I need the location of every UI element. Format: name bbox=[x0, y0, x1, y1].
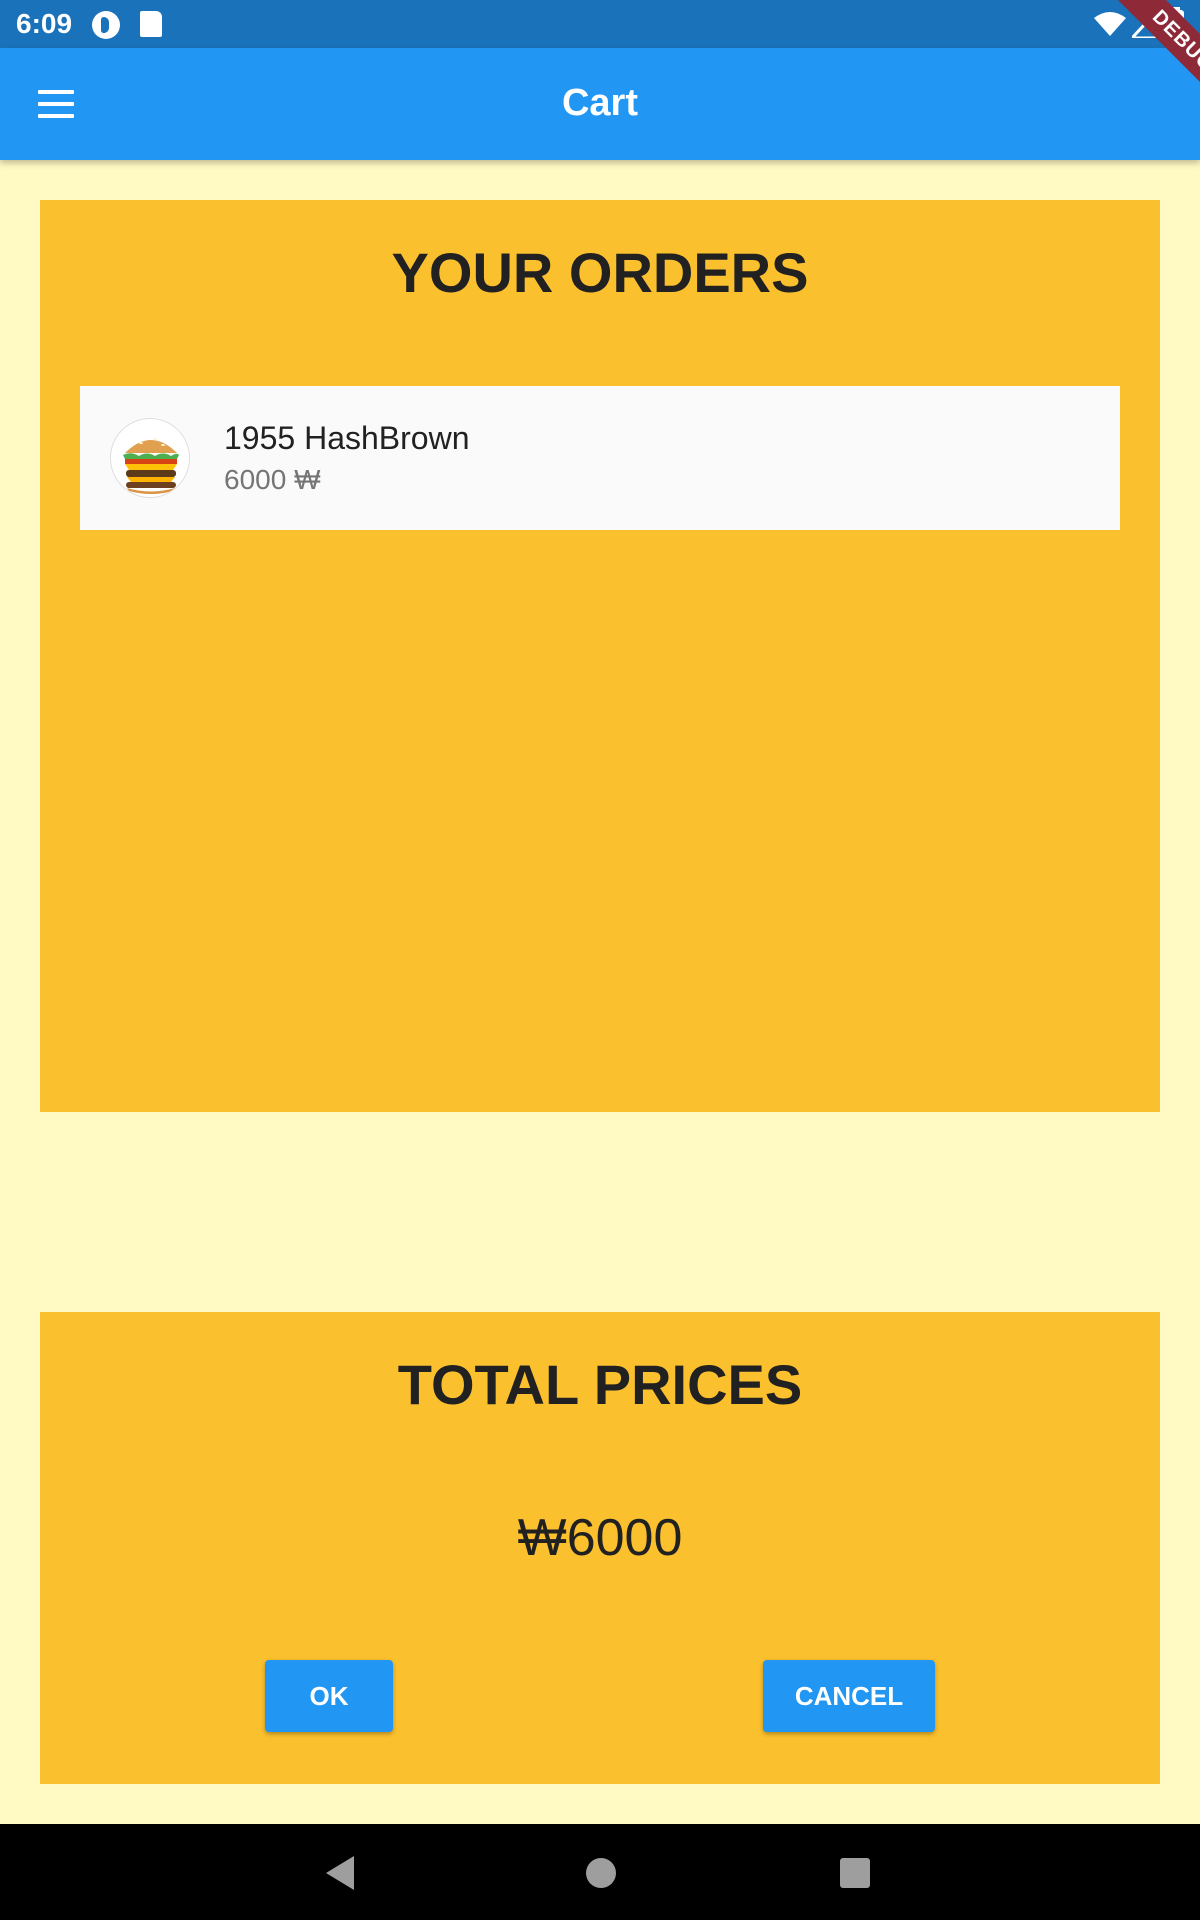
item-name: 1955 HashBrown bbox=[224, 420, 470, 456]
home-icon[interactable] bbox=[586, 1858, 616, 1888]
page-title: Cart bbox=[561, 82, 639, 124]
item-price: 6000 ₩ bbox=[224, 464, 321, 495]
cell-signal-icon bbox=[1132, 10, 1158, 38]
status-bar: 6:09 bbox=[0, 0, 1200, 48]
sd-card-icon bbox=[140, 11, 162, 37]
app-notification-icon bbox=[92, 11, 120, 39]
burger-image bbox=[110, 418, 190, 498]
ok-button[interactable]: OK bbox=[265, 1660, 393, 1732]
recents-icon[interactable] bbox=[840, 1858, 870, 1888]
total-price: ₩6000 bbox=[517, 1509, 683, 1567]
orders-panel: YOUR ORDERS 1955 HashBrown 6000 ₩ bbox=[40, 200, 1160, 1112]
app-bar: Cart bbox=[0, 48, 1200, 160]
back-icon[interactable] bbox=[326, 1856, 356, 1890]
totals-panel: TOTAL PRICES ₩6000 OK CANCEL bbox=[40, 1312, 1160, 1784]
totals-title: TOTAL PRICES bbox=[397, 1353, 803, 1416]
nav-bar bbox=[0, 1824, 1200, 1920]
battery-icon bbox=[1168, 7, 1184, 38]
wifi-icon bbox=[1094, 12, 1126, 36]
status-time: 6:09 bbox=[16, 8, 73, 39]
orders-title: YOUR ORDERS bbox=[391, 241, 809, 304]
cancel-button[interactable]: CANCEL bbox=[763, 1660, 935, 1732]
list-item[interactable]: 1955 HashBrown 6000 ₩ bbox=[80, 386, 1120, 530]
